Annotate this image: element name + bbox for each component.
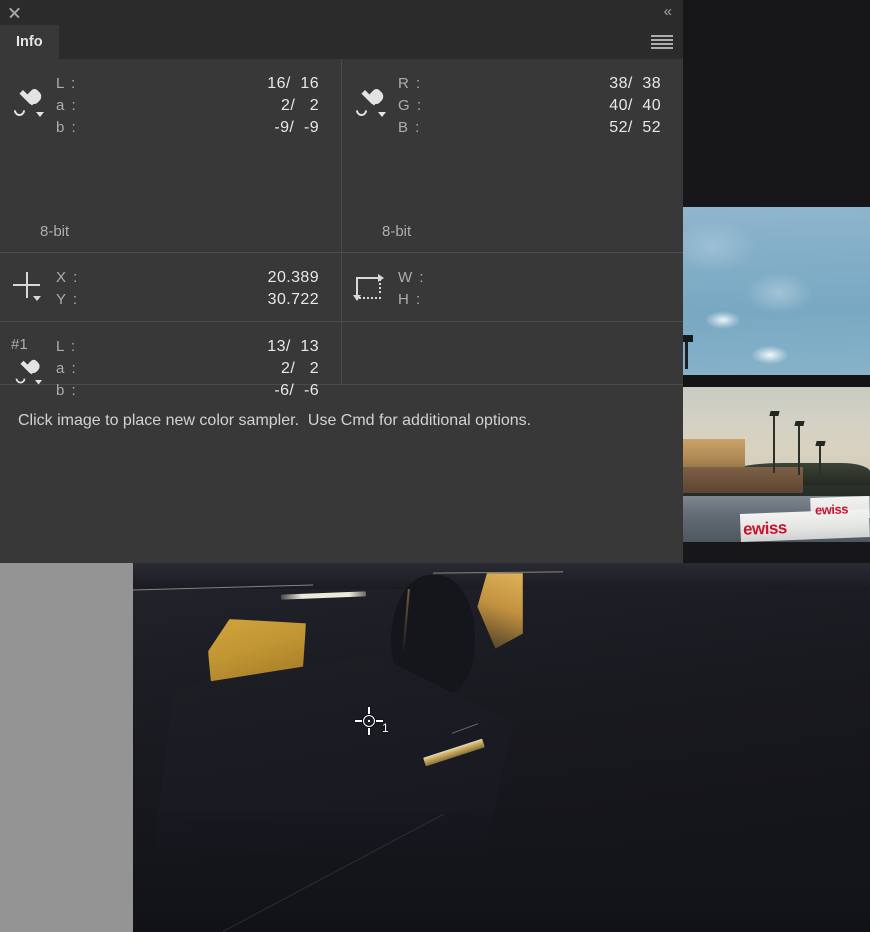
menu-line — [651, 43, 673, 45]
photo-main-night-interior[interactable] — [133, 563, 870, 932]
readout-row: R : 38/ 38 — [398, 73, 683, 95]
panel-titlebar: « — [0, 0, 683, 25]
readout-row: X : 20.389 — [56, 267, 341, 289]
readout-value: 40/ 40 — [609, 97, 661, 114]
hamburger-menu-icon[interactable] — [651, 34, 673, 50]
photo-separator — [683, 375, 870, 387]
tab-info[interactable]: Info — [0, 25, 59, 59]
light-pole — [682, 335, 693, 369]
panel-tab-strip: Info — [0, 25, 683, 59]
screen-root: ewiss ewiss 1 « Info L: 16/ 16 a: 2/ 2… — [0, 0, 870, 932]
readout-rows: R : 38/ 38 G : 40/ 40 B : 52/ 52 — [398, 73, 683, 139]
info-panel: « Info L: 16/ 16 a: 2/ 2 b: -9/ -9 8-… — [0, 0, 683, 563]
readout-row: Y : 30.722 — [56, 289, 341, 311]
readout-label: H : — [398, 291, 422, 308]
hint-text: Click image to place new color sampler. … — [18, 412, 532, 429]
eyedropper-icon[interactable] — [13, 358, 43, 388]
bit-depth-label: 8-bit — [382, 223, 412, 240]
readout-row: L : 16/ 16 — [56, 73, 341, 95]
sampler-center-dot — [368, 720, 370, 722]
hint-area: Click image to place new color sampler. … — [0, 386, 683, 563]
readout-row: B : 52/ 52 — [398, 117, 683, 139]
readout-label: a : — [56, 360, 78, 377]
readout-value: 30.722 — [267, 291, 319, 308]
marquee-size-icon[interactable] — [342, 267, 398, 302]
readout-label: b : — [56, 119, 78, 136]
photo-thumbnail-sky[interactable] — [682, 207, 870, 375]
readout-dimensions[interactable]: W : H : — [342, 253, 683, 321]
readout-value: -9/ -9 — [274, 119, 319, 136]
photo-light-strip — [280, 591, 367, 600]
readout-row: b : -9/ -9 — [56, 117, 341, 139]
readout-label: W : — [398, 269, 425, 286]
photo-hangar — [683, 467, 803, 493]
sampler-1-icon-group[interactable]: #1 — [0, 336, 56, 390]
readout-color-secondary[interactable]: R : 38/ 38 G : 40/ 40 B : 52/ 52 8-bit — [342, 59, 683, 252]
sampler-index-label: #1 — [11, 336, 28, 353]
readout-label: L : — [56, 75, 77, 92]
readout-rows: X : 20.389 Y : 30.722 — [56, 267, 341, 311]
readout-row: L : 13/ 13 — [56, 336, 341, 358]
readout-sampler-1[interactable]: #1 L : 13/ 13 a : 2/ 2 b: -6/ -6 — [0, 322, 341, 399]
left-gray-margin — [0, 563, 133, 932]
eyedropper-icon[interactable] — [0, 73, 56, 121]
sampler-tick-bottom — [368, 728, 370, 735]
photo-lamp-post — [773, 415, 775, 473]
readout-empty-slot — [342, 322, 683, 384]
readout-label: X : — [56, 269, 79, 286]
readout-rows: L : 16/ 16 a : 2/ 2 b : -9/ -9 — [56, 73, 341, 139]
readout-color-primary[interactable]: L : 16/ 16 a : 2/ 2 b : -9/ -9 8-bit — [0, 59, 341, 252]
readout-value: 13/ 13 — [267, 338, 319, 355]
eyedropper-icon[interactable] — [342, 73, 398, 121]
menu-line — [651, 47, 673, 49]
readout-value: 38/ 38 — [609, 75, 661, 92]
photo-foreground — [133, 812, 870, 932]
sampler-marker-label: 1 — [382, 721, 389, 735]
readout-position[interactable]: X : 20.389 Y : 30.722 — [0, 253, 341, 321]
sampler-tick-left — [355, 720, 362, 722]
menu-line — [651, 39, 673, 41]
crosshair-icon[interactable] — [0, 267, 56, 301]
bit-depth-label: 8-bit — [40, 223, 70, 240]
sampler-tick-top — [368, 707, 370, 714]
readout-value: 2/ 2 — [281, 360, 319, 377]
close-icon[interactable] — [7, 5, 22, 20]
aircraft-livery-text: ewiss — [742, 518, 788, 539]
readout-row: a : 2/ 2 — [56, 95, 341, 117]
double-chevron-left-icon[interactable]: « — [664, 4, 672, 19]
readout-value: 2/ 2 — [281, 97, 319, 114]
readout-row: W : — [398, 267, 683, 289]
aircraft-livery-text: ewiss — [814, 501, 849, 518]
readout-label: R : — [398, 75, 422, 92]
readout-rows: W : H : — [398, 267, 683, 311]
readout-label: G : — [398, 97, 423, 114]
photo-lamp-post — [798, 425, 800, 475]
readout-row: a : 2/ 2 — [56, 358, 341, 380]
readout-label: a : — [56, 97, 78, 114]
readout-label: B : — [398, 119, 421, 136]
readout-value: 16/ 16 — [267, 75, 319, 92]
readout-label: L : — [56, 338, 77, 355]
menu-line — [651, 35, 673, 37]
color-sampler-marker-1[interactable]: 1 — [355, 707, 389, 735]
readout-label: Y : — [56, 291, 79, 308]
readout-value: 52/ 52 — [609, 119, 661, 136]
readout-grid: L : 16/ 16 a : 2/ 2 b : -9/ -9 8-bit R:… — [0, 59, 683, 399]
readout-value: 20.389 — [267, 269, 319, 286]
readout-row: G : 40/ 40 — [398, 95, 683, 117]
photo-lamp-post — [819, 445, 821, 477]
tab-info-label: Info — [16, 34, 43, 50]
readout-row: H : — [398, 289, 683, 311]
panel-body: L : 16/ 16 a : 2/ 2 b : -9/ -9 8-bit R:… — [0, 59, 683, 563]
photo-thumbnail-airport[interactable]: ewiss ewiss — [683, 387, 870, 542]
